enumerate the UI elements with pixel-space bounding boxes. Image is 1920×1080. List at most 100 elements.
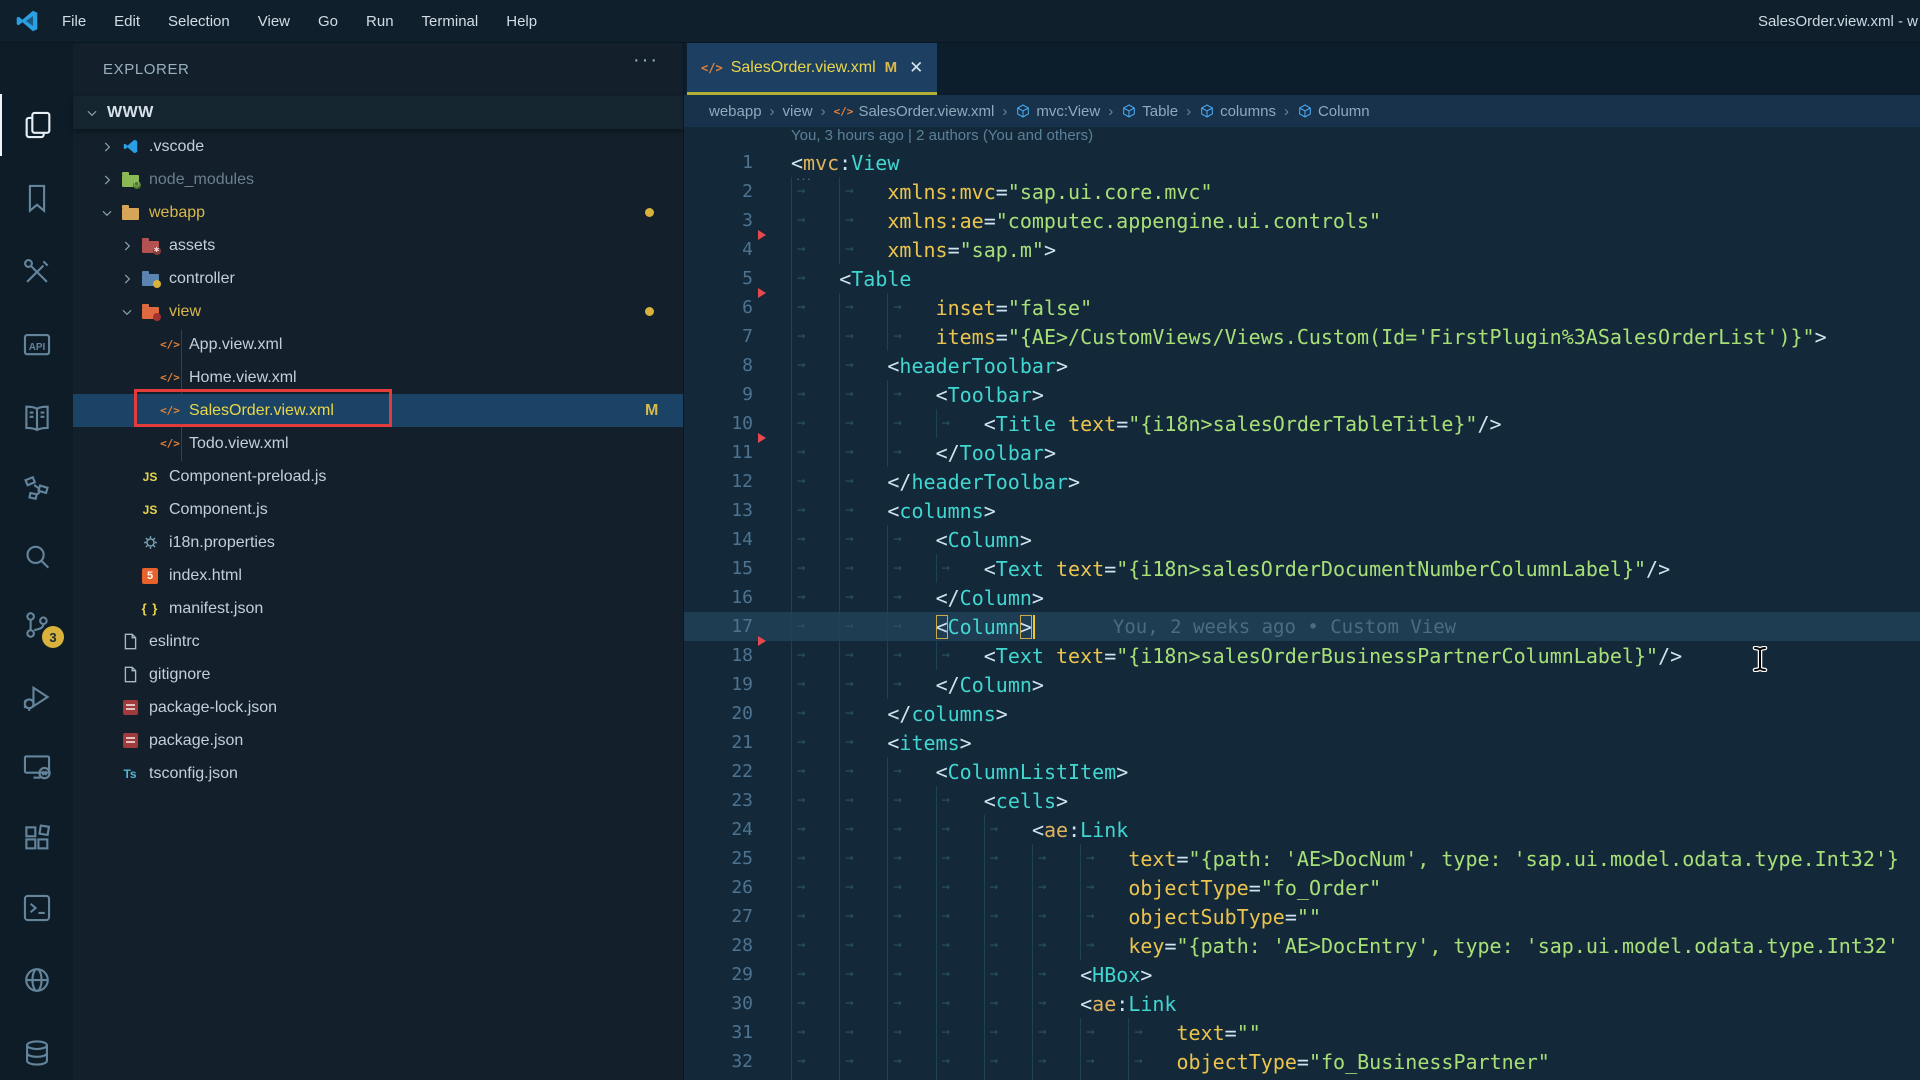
code-token: < xyxy=(984,557,996,581)
menu-run[interactable]: Run xyxy=(352,0,408,43)
xml-file-icon: </> xyxy=(834,105,854,118)
tree-item-label: i18n.properties xyxy=(169,534,275,552)
tab-salesorder-view-xml[interactable]: </> SalesOrder.view.xml M ✕ xyxy=(687,43,937,92)
more-actions-icon[interactable]: ··· xyxy=(633,49,659,72)
tree-item-component-preload-js[interactable]: JSComponent-preload.js xyxy=(73,460,683,493)
close-icon[interactable]: ✕ xyxy=(909,58,923,78)
tree-item-controller[interactable]: controller xyxy=(73,262,683,295)
code-editor[interactable]: 1<mvc:View2→→xmlns:mvc="sap.ui.core.mvc"… xyxy=(684,148,1920,1080)
menu-selection[interactable]: Selection xyxy=(154,0,244,43)
tree-item-tsconfig-json[interactable]: Tstsconfig.json xyxy=(73,757,683,790)
chevron-down-icon[interactable] xyxy=(100,206,114,220)
line-number: 2 xyxy=(684,181,753,202)
tree-item-manifest-json[interactable]: { }manifest.json xyxy=(73,592,683,625)
indent-guide: → xyxy=(936,786,984,815)
search-icon[interactable] xyxy=(0,526,73,588)
indent-guide: → xyxy=(839,728,887,757)
ui5-tools-icon[interactable] xyxy=(0,459,73,521)
indent-guide: → xyxy=(839,351,887,380)
menu-terminal[interactable]: Terminal xyxy=(408,0,493,43)
menu-view[interactable]: View xyxy=(244,0,304,43)
menu-file[interactable]: File xyxy=(48,0,100,43)
terminal-icon[interactable] xyxy=(0,877,73,939)
chevron-right-icon[interactable] xyxy=(100,173,114,187)
bookmarks-icon[interactable] xyxy=(0,167,73,229)
code-token: headerToolbar xyxy=(899,354,1056,378)
api-client-icon[interactable]: API xyxy=(0,314,73,376)
code-token: HBox xyxy=(1092,963,1140,987)
code-line-33: 33→→→→→→→→objectSubType="" xyxy=(684,1076,1920,1080)
line-number: 31 xyxy=(684,1022,753,1043)
line-number: 16 xyxy=(684,587,753,608)
menu-help[interactable]: Help xyxy=(492,0,551,43)
tree-item-i18n-properties[interactable]: i18n.properties xyxy=(73,526,683,559)
tree-root-label: WWW xyxy=(107,104,154,122)
tree-item-gitignore[interactable]: gitignore xyxy=(73,658,683,691)
remote-explorer-icon[interactable] xyxy=(0,736,73,798)
tree-item-app-view-xml[interactable]: </>App.view.xml xyxy=(73,328,683,361)
tree-item-view[interactable]: view xyxy=(73,295,683,328)
tree-item--vscode[interactable]: .vscode xyxy=(73,130,683,163)
indent-guide: → xyxy=(791,786,839,815)
chevron-right-icon[interactable] xyxy=(120,272,134,286)
code-line-1: 1<mvc:View xyxy=(684,148,1920,177)
git-deleted-marker-icon[interactable] xyxy=(758,230,766,240)
tree-item-eslintrc[interactable]: eslintrc xyxy=(73,625,683,658)
tools-icon[interactable] xyxy=(0,241,73,303)
code-token: = xyxy=(1176,847,1188,871)
indent-guide: → xyxy=(936,1076,984,1080)
menu-go[interactable]: Go xyxy=(304,0,352,43)
run-and-debug-icon[interactable] xyxy=(0,666,73,728)
breadcrumb-item-column[interactable]: Column xyxy=(1297,103,1370,120)
xml-file-icon: </> xyxy=(160,368,180,388)
ts-file-icon: Ts xyxy=(120,764,140,784)
tree-item-node-modules[interactable]: ⬡node_modules xyxy=(73,163,683,196)
tree-item-component-js[interactable]: JSComponent.js xyxy=(73,493,683,526)
git-deleted-marker-icon[interactable] xyxy=(758,288,766,298)
indent-guide: → xyxy=(839,1076,887,1080)
chevron-down-icon[interactable] xyxy=(120,305,134,319)
breadcrumb-item-columns[interactable]: columns xyxy=(1199,103,1276,120)
breadcrumb-item-view[interactable]: view xyxy=(783,103,813,120)
indent-guide: → xyxy=(839,1047,887,1076)
tree-item-salesorder-view-xml[interactable]: </>SalesOrder.view.xmlM xyxy=(73,394,683,427)
code-token: text xyxy=(1177,1021,1225,1045)
indent-guide: → xyxy=(839,438,887,467)
tree-item-home-view-xml[interactable]: </>Home.view.xml xyxy=(73,361,683,394)
source-control-icon[interactable]: 3 xyxy=(0,594,73,656)
git-deleted-marker-icon[interactable] xyxy=(758,433,766,443)
breadcrumb-item-webapp[interactable]: webapp xyxy=(709,103,762,120)
chevron-right-icon[interactable] xyxy=(120,239,134,253)
tree-root-www[interactable]: WWW xyxy=(73,96,683,129)
indent-guide: → xyxy=(839,409,887,438)
live-preview-icon[interactable] xyxy=(0,949,73,1011)
tree-item-assets[interactable]: ✱assets xyxy=(73,229,683,262)
code-token: = xyxy=(1164,934,1176,958)
breadcrumb-item-salesorder-view-xml[interactable]: </>SalesOrder.view.xml xyxy=(834,103,995,120)
explorer-icon[interactable] xyxy=(0,94,73,156)
code-token: : xyxy=(1068,818,1080,842)
chevron-right-icon[interactable] xyxy=(100,140,114,154)
xml-file-icon: </> xyxy=(701,61,723,75)
tree-item-package-json[interactable]: package.json xyxy=(73,724,683,757)
docs-icon[interactable] xyxy=(0,387,73,449)
indent-guide: → xyxy=(1080,844,1128,873)
tree-item-webapp[interactable]: webapp xyxy=(73,196,683,229)
code-token: columns xyxy=(911,702,995,726)
breadcrumb-item-mvc-view[interactable]: mvc:View xyxy=(1015,103,1100,120)
js-file-icon: JS xyxy=(140,467,160,487)
indent-guide: → xyxy=(887,409,935,438)
extensions-icon[interactable] xyxy=(0,807,73,869)
tree-item-todo-view-xml[interactable]: </>Todo.view.xml xyxy=(73,427,683,460)
menu-edit[interactable]: Edit xyxy=(100,0,154,43)
git-deleted-marker-icon[interactable] xyxy=(758,636,766,646)
code-token: < xyxy=(984,644,996,668)
database-icon[interactable] xyxy=(0,1022,73,1080)
breadcrumb-item-table[interactable]: Table xyxy=(1121,103,1178,120)
indent-guide: → xyxy=(1032,960,1080,989)
tree-item-package-lock-json[interactable]: package-lock.json xyxy=(73,691,683,724)
tree-item-index-html[interactable]: 5index.html xyxy=(73,559,683,592)
indent-guide: → xyxy=(1032,902,1080,931)
line-number: 26 xyxy=(684,877,753,898)
code-lens[interactable]: You, 3 hours ago | 2 authors (You and ot… xyxy=(791,127,1093,148)
